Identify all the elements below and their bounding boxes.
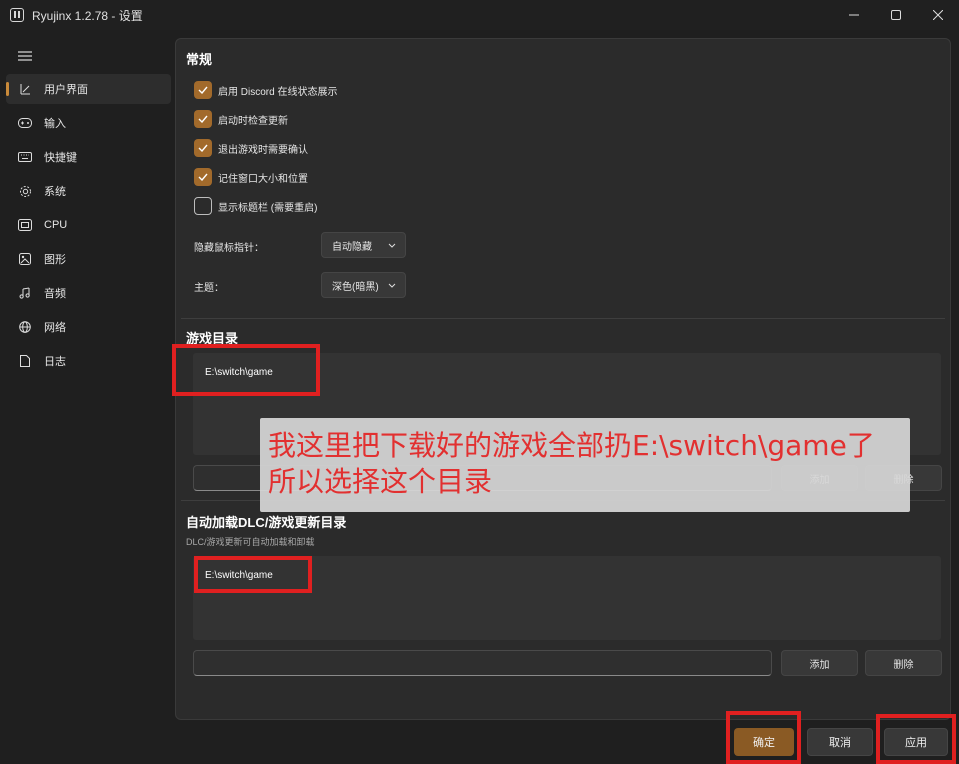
- sidebar-item-ui[interactable]: 用户界面: [6, 74, 171, 104]
- sidebar-item-label: 网络: [44, 322, 66, 334]
- checkbox-checked[interactable]: [194, 168, 212, 186]
- sidebar-item-logs[interactable]: 日志: [6, 346, 171, 376]
- sidebar: 用户界面 输入 快捷键 系统 CPU 图形 音频 网络 日志: [0, 40, 175, 380]
- theme-label: 主题：: [194, 283, 224, 294]
- sidebar-item-cpu[interactable]: CPU: [6, 210, 171, 240]
- dlc-dir-remove-button[interactable]: 删除: [865, 650, 942, 676]
- gear-icon: [18, 184, 32, 198]
- hide-cursor-label: 隐藏鼠标指针：: [194, 243, 264, 254]
- checkbox-label: 记住窗口大小和位置: [218, 173, 308, 185]
- sidebar-item-hotkeys[interactable]: 快捷键: [6, 142, 171, 172]
- hamburger-icon[interactable]: [0, 40, 175, 72]
- show-titlebar-checkbox-row[interactable]: 显示标题栏 (需要重启): [194, 196, 317, 216]
- checkbox-label: 启动时检查更新: [218, 115, 288, 127]
- minimize-icon[interactable]: [833, 0, 875, 30]
- sidebar-item-network[interactable]: 网络: [6, 312, 171, 342]
- window-title: Ryujinx 1.2.78 - 设置: [32, 8, 143, 23]
- music-icon: [18, 286, 32, 300]
- annotation-text: 我这里把下载好的游戏全部扔E:\switch\game了 所以选择这个目录: [268, 429, 875, 498]
- check-updates-checkbox-row[interactable]: 启动时检查更新: [194, 109, 288, 129]
- gamepad-icon: [18, 116, 32, 130]
- checkbox-label: 显示标题栏 (需要重启): [218, 202, 318, 214]
- highlight-game-dir: [172, 344, 320, 396]
- sidebar-item-label: 用户界面: [44, 84, 88, 96]
- sidebar-item-label: 快捷键: [44, 152, 77, 164]
- checkbox-unchecked[interactable]: [194, 197, 212, 215]
- cancel-button[interactable]: 取消: [807, 728, 873, 756]
- chevron-down-icon: [388, 243, 396, 248]
- sidebar-item-label: 输入: [44, 118, 66, 130]
- app-logo-icon: [10, 8, 24, 22]
- globe-icon: [18, 320, 32, 334]
- window-controls: [833, 0, 959, 30]
- close-icon[interactable]: [917, 0, 959, 30]
- theme-select[interactable]: 深色(暗黑): [321, 272, 406, 298]
- chevron-down-icon: [388, 283, 396, 288]
- sidebar-item-audio[interactable]: 音频: [6, 278, 171, 308]
- dlc-dirs-title: 自动加载DLC/游戏更新目录: [186, 515, 347, 530]
- dlc-dir-add-button[interactable]: 添加: [781, 650, 858, 676]
- checkbox-checked[interactable]: [194, 81, 212, 99]
- checkbox-checked[interactable]: [194, 139, 212, 157]
- checkbox-label: 退出游戏时需要确认: [218, 144, 308, 156]
- checkbox-label: 启用 Discord 在线状态展示: [218, 86, 338, 98]
- image-icon: [18, 252, 32, 266]
- keyboard-icon: [18, 150, 32, 164]
- sidebar-item-label: 系统: [44, 186, 66, 198]
- checkbox-checked[interactable]: [194, 110, 212, 128]
- sidebar-item-graphics[interactable]: 图形: [6, 244, 171, 274]
- hide-cursor-select[interactable]: 自动隐藏: [321, 232, 406, 258]
- cpu-icon: [18, 218, 32, 232]
- highlight-ok-button: [726, 711, 801, 764]
- sidebar-item-label: 日志: [44, 356, 66, 368]
- annotation-callout: 我这里把下载好的游戏全部扔E:\switch\game了 所以选择这个目录: [260, 418, 910, 512]
- general-section-title: 常规: [186, 52, 213, 67]
- title-bar: Ryujinx 1.2.78 - 设置: [0, 0, 959, 30]
- remember-window-checkbox-row[interactable]: 记住窗口大小和位置: [194, 167, 308, 187]
- sidebar-item-label: 音频: [44, 288, 66, 300]
- sidebar-item-label: CPU: [44, 219, 68, 231]
- dlc-dirs-subtitle: DLC/游戏更新可自动加载和卸载: [186, 537, 315, 547]
- sidebar-item-input[interactable]: 输入: [6, 108, 171, 138]
- select-value: 深色(暗黑): [332, 281, 379, 293]
- highlight-dlc-dir: [194, 556, 312, 593]
- document-icon: [18, 354, 32, 368]
- sidebar-item-system[interactable]: 系统: [6, 176, 171, 206]
- discord-checkbox-row[interactable]: 启用 Discord 在线状态展示: [194, 80, 337, 100]
- highlight-apply-button: [876, 714, 956, 764]
- divider: [181, 318, 945, 319]
- dlc-dir-input[interactable]: [193, 650, 772, 676]
- select-value: 自动隐藏: [332, 241, 372, 253]
- sidebar-item-label: 图形: [44, 254, 66, 266]
- confirm-exit-checkbox-row[interactable]: 退出游戏时需要确认: [194, 138, 308, 158]
- ui-icon: [18, 82, 32, 96]
- maximize-icon[interactable]: [875, 0, 917, 30]
